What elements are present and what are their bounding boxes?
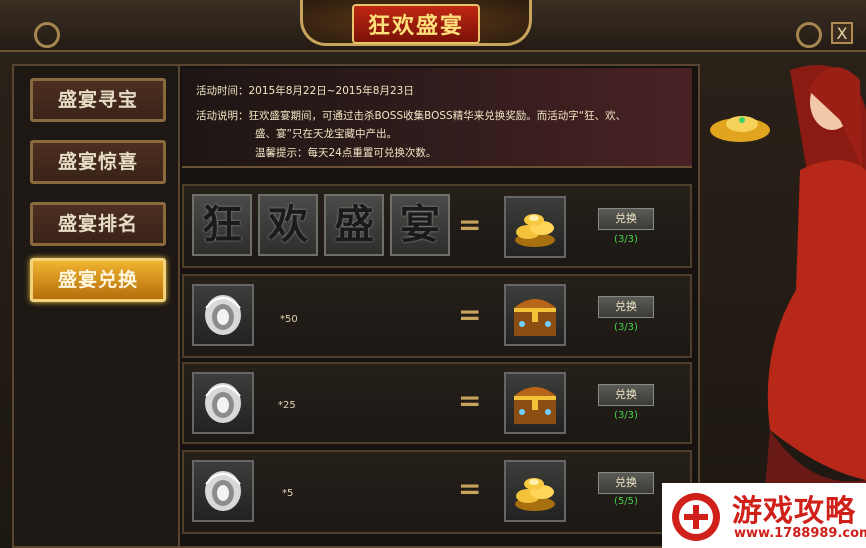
watermark-url[interactable]: www.1788989.com bbox=[734, 526, 866, 541]
watermark-title: 游戏攻略 bbox=[732, 494, 856, 529]
equals-sign: = bbox=[458, 298, 482, 331]
char-tile: 盛 bbox=[324, 194, 384, 256]
char-tile: 宴 bbox=[390, 194, 450, 256]
item-quantity: *50 bbox=[280, 314, 298, 325]
tab-feast-surprise[interactable]: 盛宴惊喜 bbox=[30, 140, 166, 184]
event-tip-text: 温馨提示：每天24点重置可兑换次数。 bbox=[255, 147, 437, 159]
boss-essence-icon[interactable] bbox=[192, 460, 254, 522]
boss-essence-icon[interactable] bbox=[192, 284, 254, 346]
exchange-count: (3/3) bbox=[614, 234, 638, 245]
equals-sign: = bbox=[458, 208, 482, 241]
character-illustration bbox=[700, 50, 866, 548]
exchange-button[interactable]: 兑换 bbox=[598, 472, 654, 494]
exchange-count: (3/3) bbox=[614, 410, 638, 421]
event-info-panel: 活动时间：2015年8月22日~2015年8月23日 活动说明：狂欢盛宴期间，可… bbox=[182, 68, 692, 168]
treasure-chest-icon[interactable] bbox=[504, 284, 566, 346]
exchange-row-essence-5: *5 = 兑换 (5/5) bbox=[182, 450, 692, 534]
close-button[interactable]: X bbox=[831, 22, 853, 44]
event-time-text: 活动时间：2015年8月22日~2015年8月23日 bbox=[196, 85, 414, 97]
event-description-line1: 活动说明：狂欢盛宴期间，可通过击杀BOSS收集BOSS精华来兑换奖励。而活动字“… bbox=[196, 110, 627, 122]
item-quantity: *5 bbox=[282, 488, 294, 499]
window-title: 狂欢盛宴 bbox=[351, 4, 480, 44]
gold-ingots-icon[interactable] bbox=[504, 196, 566, 258]
exchange-button[interactable]: 兑换 bbox=[598, 208, 654, 230]
char-tile: 欢 bbox=[258, 194, 318, 256]
gamepad-logo-icon bbox=[670, 491, 722, 543]
exchange-button[interactable]: 兑换 bbox=[598, 384, 654, 406]
corner-ornament-left-icon bbox=[34, 22, 60, 48]
treasure-chest-icon[interactable] bbox=[504, 372, 566, 434]
exchange-row-essence-50: *50 = 兑换 (3/3) bbox=[182, 274, 692, 358]
exchange-count: (3/3) bbox=[614, 322, 638, 333]
tab-sidebar bbox=[12, 64, 180, 548]
equals-sign: = bbox=[458, 472, 482, 505]
item-quantity: *25 bbox=[278, 400, 296, 411]
exchange-button[interactable]: 兑换 bbox=[598, 296, 654, 318]
exchange-count: (5/5) bbox=[614, 496, 638, 507]
equals-sign: = bbox=[458, 384, 482, 417]
game-window: 狂欢盛宴 X 盛宴寻宝 盛宴惊喜 盛宴排名 盛宴兑换 活动时间：2015年8月2… bbox=[0, 0, 866, 548]
tab-feast-ranking[interactable]: 盛宴排名 bbox=[30, 202, 166, 246]
exchange-row-essence-25: *25 = 兑换 (3/3) bbox=[182, 362, 692, 444]
tab-feast-exchange[interactable]: 盛宴兑换 bbox=[30, 258, 166, 302]
tab-feast-treasure[interactable]: 盛宴寻宝 bbox=[30, 78, 166, 122]
title-bar: 狂欢盛宴 X bbox=[0, 0, 866, 52]
title-plaque: 狂欢盛宴 bbox=[300, 0, 532, 46]
exchange-row-chars: 狂 欢 盛 宴 = 兑换 (3/3) bbox=[182, 184, 692, 268]
gold-ingots-icon[interactable] bbox=[504, 460, 566, 522]
site-watermark: 游戏攻略 www.1788989.com bbox=[662, 483, 866, 548]
boss-essence-icon[interactable] bbox=[192, 372, 254, 434]
char-tile: 狂 bbox=[192, 194, 252, 256]
corner-ornament-right-icon bbox=[796, 22, 822, 48]
event-description-line2: 盛、宴”只在天龙宝藏中产出。 bbox=[255, 128, 397, 140]
